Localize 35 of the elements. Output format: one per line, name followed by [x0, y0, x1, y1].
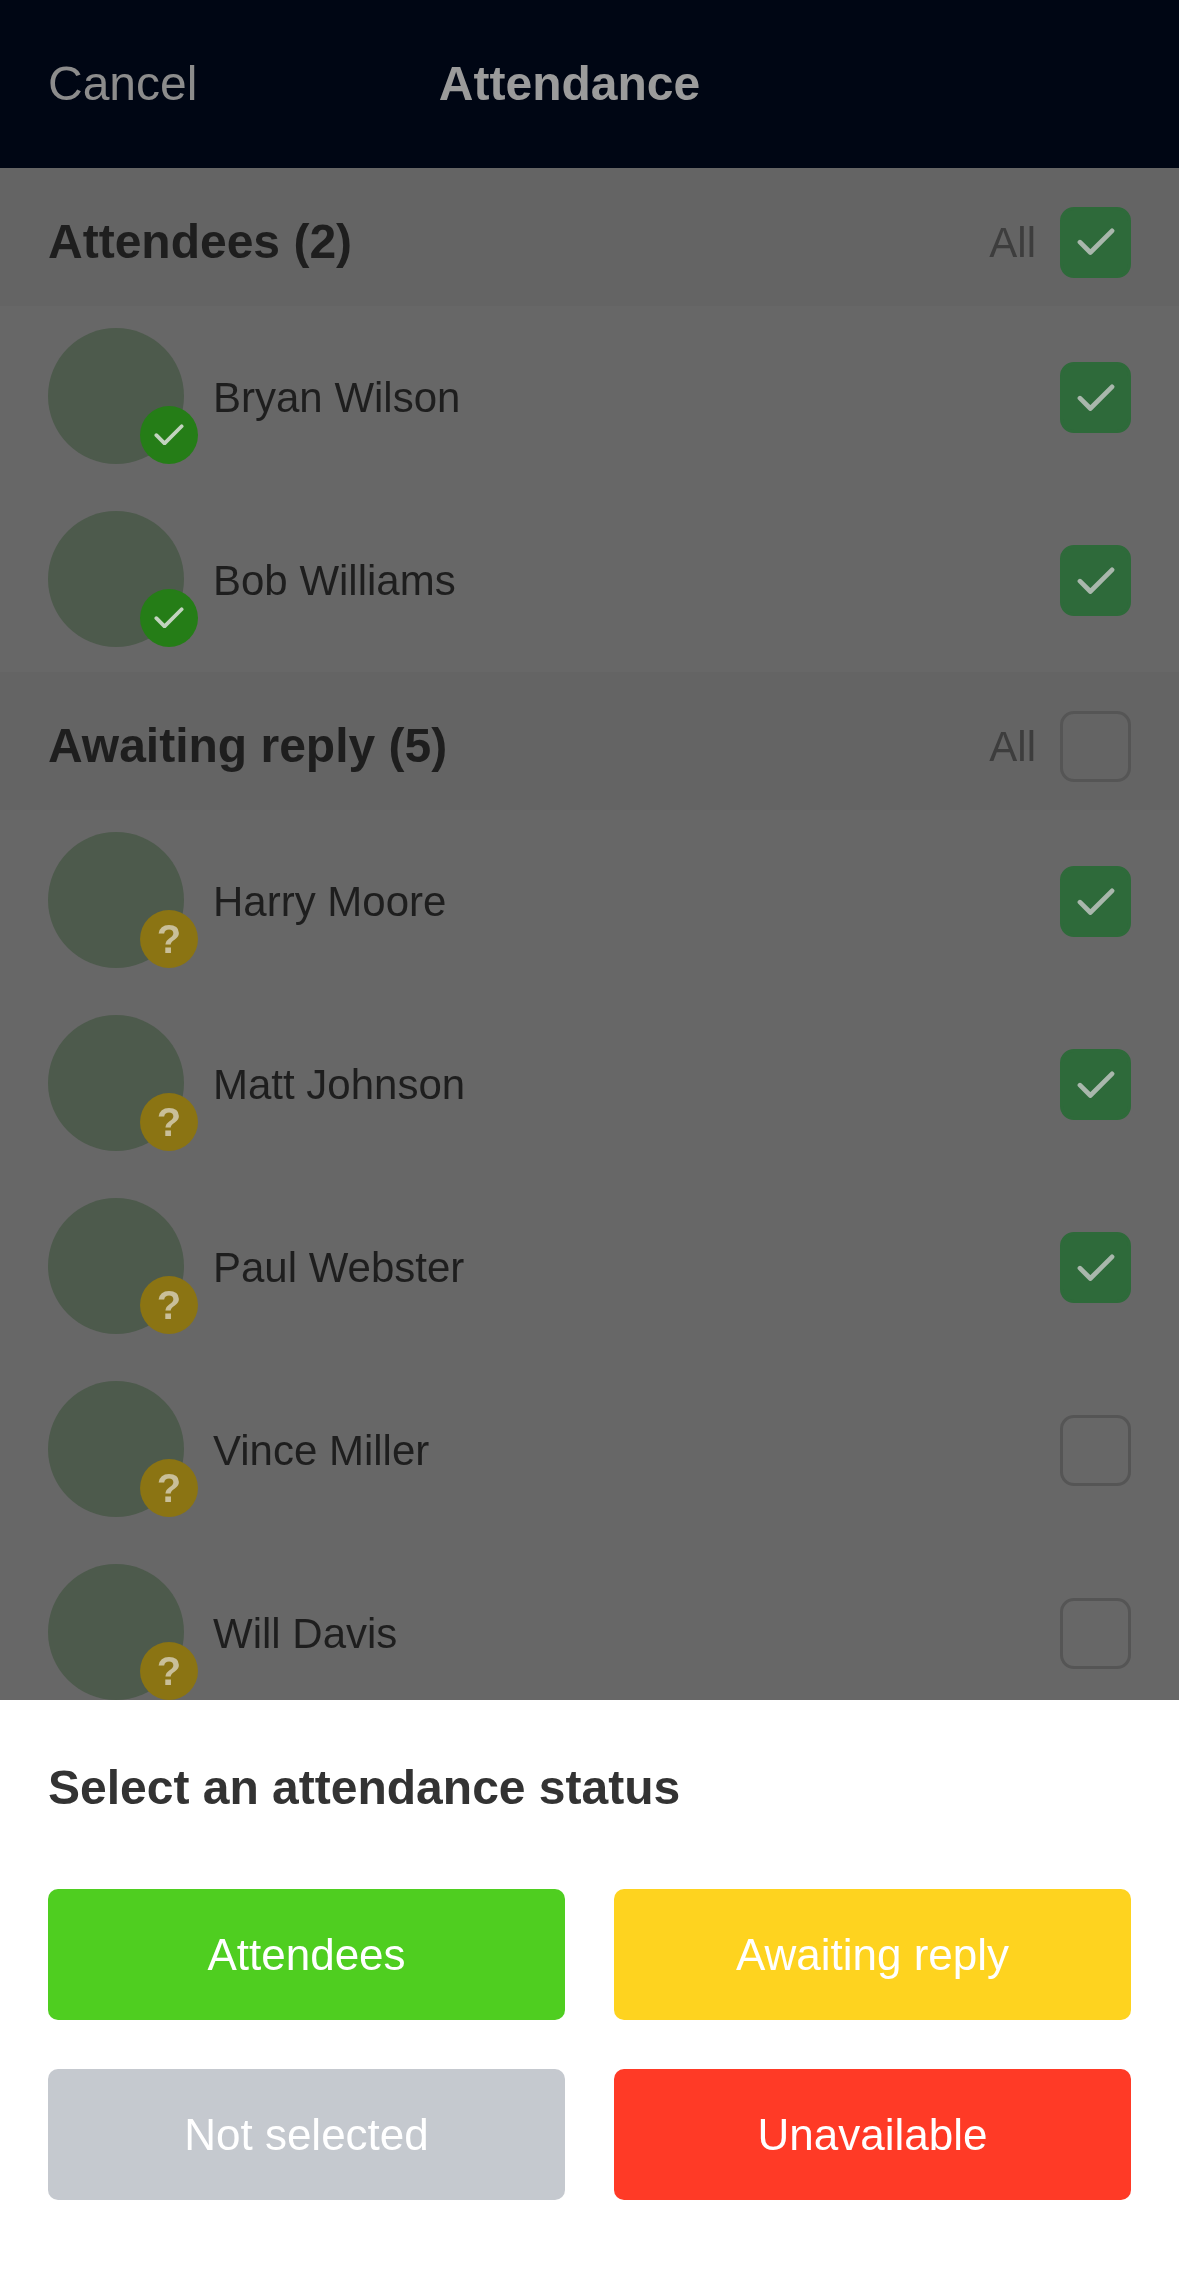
check-icon	[154, 423, 184, 446]
person-name: Harry Moore	[213, 877, 447, 927]
check-icon	[1076, 383, 1115, 412]
section-title: Attendees (2)	[48, 214, 353, 270]
person-name: Matt Johnson	[213, 1060, 466, 1110]
checkbox[interactable]	[1060, 206, 1131, 278]
sheet-title: Select an attendance status	[48, 1760, 682, 1816]
check-icon	[1076, 228, 1115, 256]
person-name: Will Davis	[213, 1609, 398, 1659]
screen-title: Attendance	[438, 56, 702, 112]
check-icon	[1076, 1070, 1115, 1099]
status-badge: ?	[140, 1275, 198, 1334]
status-badge: ?	[140, 1092, 198, 1151]
section-title: Awaiting reply (5)	[48, 718, 448, 774]
person-name: Vince Miller	[213, 1426, 430, 1476]
check-icon	[154, 606, 184, 629]
check-icon	[1076, 887, 1115, 916]
status-badge: ?	[140, 1641, 198, 1700]
status-badge: ?	[140, 1458, 198, 1517]
person-name: Bryan Wilson	[213, 373, 461, 423]
status-badge: ?	[140, 909, 198, 968]
status-button[interactable]: Attendees	[48, 1889, 565, 2020]
status-button[interactable]: Not selected	[48, 2069, 565, 2200]
status-button[interactable]: Awaiting reply	[614, 1889, 1131, 2020]
check-icon	[1076, 1253, 1115, 1282]
cancel-button[interactable]: Cancel	[48, 48, 198, 120]
status-button[interactable]: Unavailable	[614, 2069, 1131, 2200]
check-icon	[1076, 566, 1115, 595]
checkbox[interactable]	[1060, 362, 1131, 433]
checkbox[interactable]	[1060, 866, 1131, 937]
person-name: Bob Williams	[213, 556, 456, 606]
checkbox[interactable]	[1060, 1049, 1131, 1120]
checkbox[interactable]	[1060, 1232, 1131, 1303]
person-name: Paul Webster	[213, 1243, 465, 1293]
checkbox[interactable]	[1060, 545, 1131, 616]
